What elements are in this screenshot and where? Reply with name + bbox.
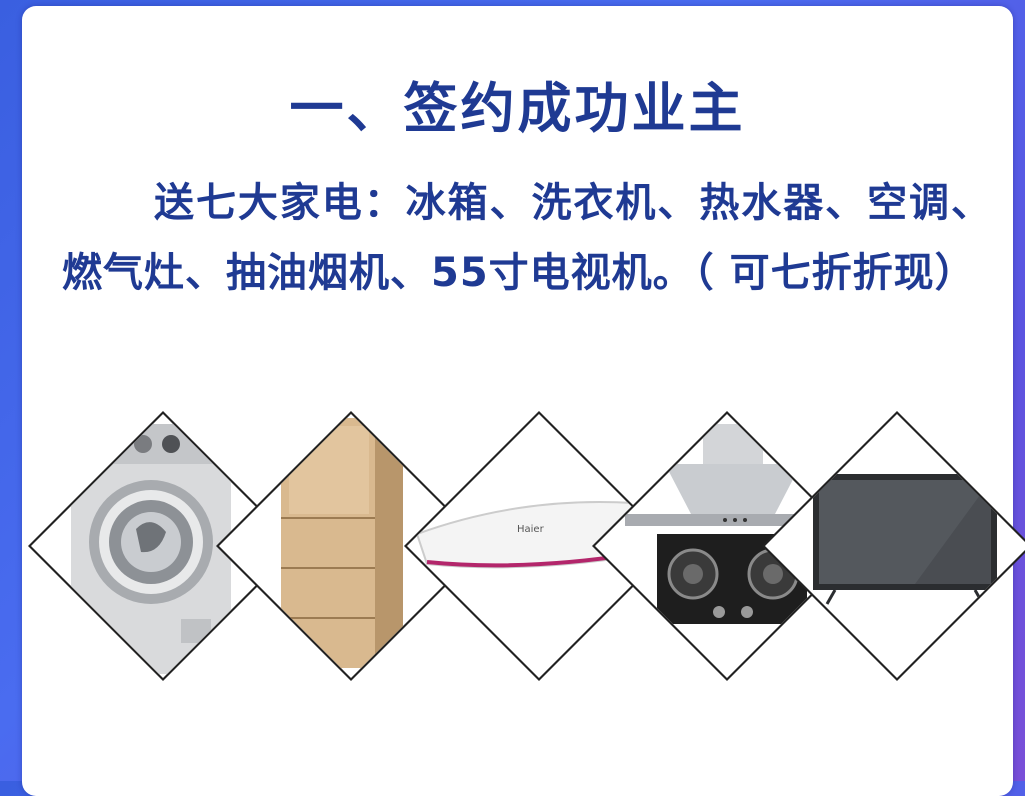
slide-title: 一、签约成功业主 — [289, 77, 746, 140]
slide-card: 一、签约成功业主 送七大家电：冰箱、洗衣机、热水器、空调、燃气灶、抽油烟机、55… — [22, 6, 1025, 796]
television-icon — [813, 474, 997, 605]
television-tile — [762, 411, 1025, 681]
svg-text:Haier: Haier — [517, 524, 545, 535]
appliance-row: Haier — [22, 411, 1025, 681]
slide-description: 送七大家电：冰箱、洗衣机、热水器、空调、燃气灶、抽油烟机、55寸电视机。（ 可七… — [62, 180, 992, 296]
